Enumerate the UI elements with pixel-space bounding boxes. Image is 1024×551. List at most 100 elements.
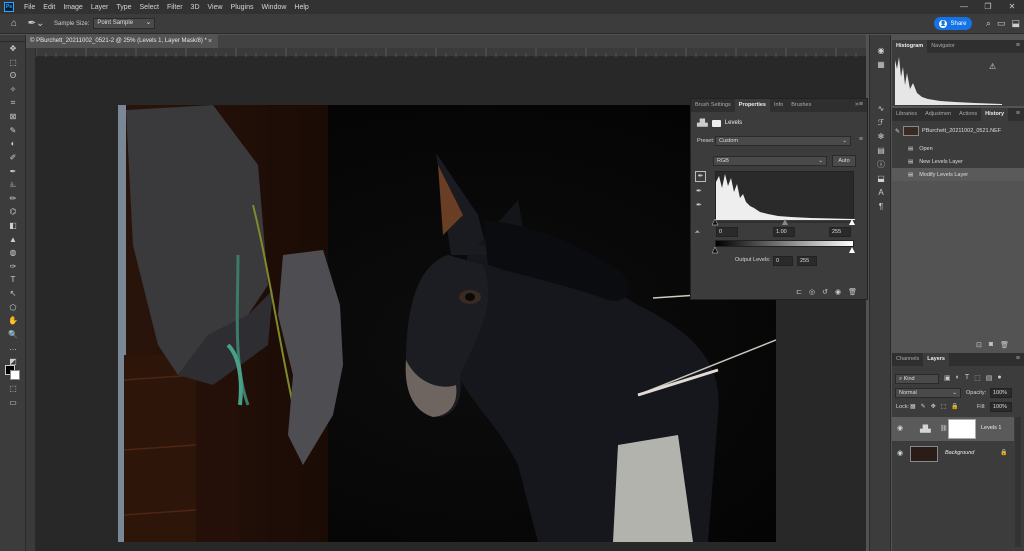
layers-scrollbar[interactable] [1015, 417, 1021, 547]
photoshop-logo-icon[interactable]: Ps [4, 2, 14, 12]
layer-mask-icon[interactable] [711, 119, 721, 127]
side-panel-5-icon[interactable]: ▤ [870, 143, 892, 157]
home-icon[interactable]: ⌂ [6, 16, 22, 32]
workspace-icon[interactable]: ▭ [997, 18, 1006, 29]
preset-options-icon[interactable]: ≡ [859, 136, 863, 143]
output-levels-slider[interactable] [712, 247, 858, 254]
preset-select[interactable]: Custom ⌄ [715, 136, 851, 146]
layer-mask-thumbnail[interactable] [948, 419, 976, 439]
tab-properties[interactable]: Properties [734, 99, 770, 112]
sample-size-select[interactable]: Point Sample [93, 18, 156, 29]
adjustment-filter-icon[interactable]: ◐ [956, 374, 960, 382]
minimize-button[interactable]: — [952, 0, 976, 14]
black-point-eyedropper-icon[interactable]: ✒ [695, 171, 706, 182]
clip-to-layer-icon[interactable]: ⊏ [796, 288, 802, 296]
lock-image-icon[interactable]: ✎ [921, 403, 926, 410]
reset-icon[interactable]: ↺ [822, 288, 828, 296]
tools-grip[interactable] [0, 35, 25, 42]
tool-0-icon[interactable]: ✥ [0, 42, 26, 56]
opacity-field[interactable]: 100% [990, 388, 1012, 398]
pixel-filter-icon[interactable]: ▣ [944, 374, 951, 382]
layer-name[interactable]: Background [945, 450, 974, 456]
output-white-field[interactable]: 255 [797, 256, 817, 266]
menu-image[interactable]: Image [59, 4, 86, 11]
tool-12-icon[interactable]: ⌬ [0, 205, 26, 219]
side-panel-7-icon[interactable]: ⬓ [870, 171, 892, 185]
black-output-handle[interactable] [712, 247, 719, 254]
horizontal-ruler[interactable] [35, 48, 866, 57]
input-levels-slider[interactable] [712, 219, 858, 227]
eyedropper-tool-preset-icon[interactable]: ✒⌄ [28, 16, 45, 32]
input-black-field[interactable]: 0 [716, 227, 738, 237]
auto-button[interactable]: Auto [832, 155, 856, 167]
close-document-icon[interactable]: × [208, 35, 212, 48]
tab-brushes[interactable]: Brushes [787, 99, 815, 112]
tab-info[interactable]: Info [770, 99, 787, 112]
background-color-swatch[interactable] [10, 370, 20, 380]
camera-icon[interactable]: ◙ [989, 341, 993, 349]
input-gamma-field[interactable]: 1.00 [773, 227, 795, 237]
tab-channels[interactable]: Channels [892, 353, 923, 366]
history-item[interactable]: ▤ New Levels Layer [892, 155, 1024, 168]
side-panel-6-icon[interactable]: ⓘ [870, 157, 892, 171]
channel-select[interactable]: RGB ⌄ [713, 156, 827, 166]
clipping-warning-icon[interactable]: ⩕ [695, 229, 700, 236]
layer-name[interactable]: Levels 1 [981, 425, 1002, 431]
close-button[interactable]: ✕ [1000, 0, 1024, 14]
tab-navigator[interactable]: Navigator [927, 40, 959, 53]
white-point-eyedropper-icon[interactable]: ✒ [696, 201, 702, 209]
tool-25-icon[interactable]: ⬚ [0, 382, 26, 396]
menu-3d[interactable]: 3D [187, 4, 204, 11]
tool-1-icon[interactable]: ⬚ [0, 56, 26, 70]
view-previous-state-icon[interactable]: ◎ [809, 288, 815, 296]
menu-type[interactable]: Type [112, 4, 135, 11]
tool-18-icon[interactable]: ↖ [0, 287, 26, 301]
side-panel-8-icon[interactable]: A [870, 185, 892, 199]
icon-strip-grip[interactable] [870, 35, 890, 43]
gray-point-eyedropper-icon[interactable]: ✒ [696, 187, 702, 195]
blend-mode-select[interactable]: Normal ⌄ [895, 388, 961, 398]
tool-3-icon[interactable]: ✧ [0, 83, 26, 97]
menu-window[interactable]: Window [258, 4, 291, 11]
panel-layout-icon[interactable]: ⬓ [1011, 18, 1020, 29]
history-item[interactable]: ▤ Open [892, 142, 1024, 155]
history-snapshot[interactable]: ✎ PBurchett_20211002_0521.NEF [895, 126, 1001, 136]
tool-15-icon[interactable]: ◍ [0, 246, 26, 260]
tool-4-icon[interactable]: ⌗ [0, 96, 26, 110]
tool-22-icon[interactable]: … [0, 341, 26, 355]
menu-filter[interactable]: Filter [163, 4, 187, 11]
side-panel-4-icon[interactable]: ✻ [870, 129, 892, 143]
lock-artboard-icon[interactable]: ⬚ [941, 403, 947, 410]
menu-plugins[interactable]: Plugins [227, 4, 258, 11]
layers-menu-icon[interactable]: ≡ [1016, 355, 1020, 362]
history-menu-icon[interactable]: ≡ [1016, 110, 1020, 117]
tool-19-icon[interactable]: ⬠ [0, 300, 26, 314]
tool-21-icon[interactable]: 🔍 [0, 327, 26, 341]
vertical-ruler[interactable] [26, 48, 36, 551]
panel-menu-icon[interactable]: »≡ [855, 101, 863, 108]
tool-9-icon[interactable]: ✒ [0, 164, 26, 178]
menu-select[interactable]: Select [136, 4, 163, 11]
lock-position-icon[interactable]: ✥ [931, 403, 936, 410]
tool-26-icon[interactable]: ▭ [0, 395, 26, 409]
tool-16-icon[interactable]: ✑ [0, 260, 26, 274]
menu-view[interactable]: View [204, 4, 227, 11]
lock-transparent-icon[interactable]: ▦ [910, 403, 916, 410]
trash-icon[interactable]: 🗑 [848, 288, 857, 296]
menu-edit[interactable]: Edit [39, 4, 59, 11]
visibility-eye-icon[interactable]: ◉ [897, 449, 903, 457]
tool-20-icon[interactable]: ✋ [0, 314, 26, 328]
tab-actions[interactable]: Actions [955, 108, 981, 121]
share-button[interactable]: 👤 Share [934, 17, 972, 30]
menu-help[interactable]: Help [290, 4, 312, 11]
warning-icon[interactable]: ⚠ [989, 62, 996, 71]
menu-file[interactable]: File [20, 4, 39, 11]
layer-row-background[interactable]: ◉ Background 🔒 [892, 444, 1014, 464]
tab-libraries[interactable]: Libraries [892, 108, 921, 121]
tool-8-icon[interactable]: ✐ [0, 151, 26, 165]
tool-11-icon[interactable]: ✏ [0, 192, 26, 206]
tool-13-icon[interactable]: ◧ [0, 219, 26, 233]
side-panel-2-icon[interactable]: ∿ [870, 101, 892, 115]
side-panel-9-icon[interactable]: ¶ [870, 199, 892, 213]
tool-17-icon[interactable]: T [0, 273, 26, 287]
